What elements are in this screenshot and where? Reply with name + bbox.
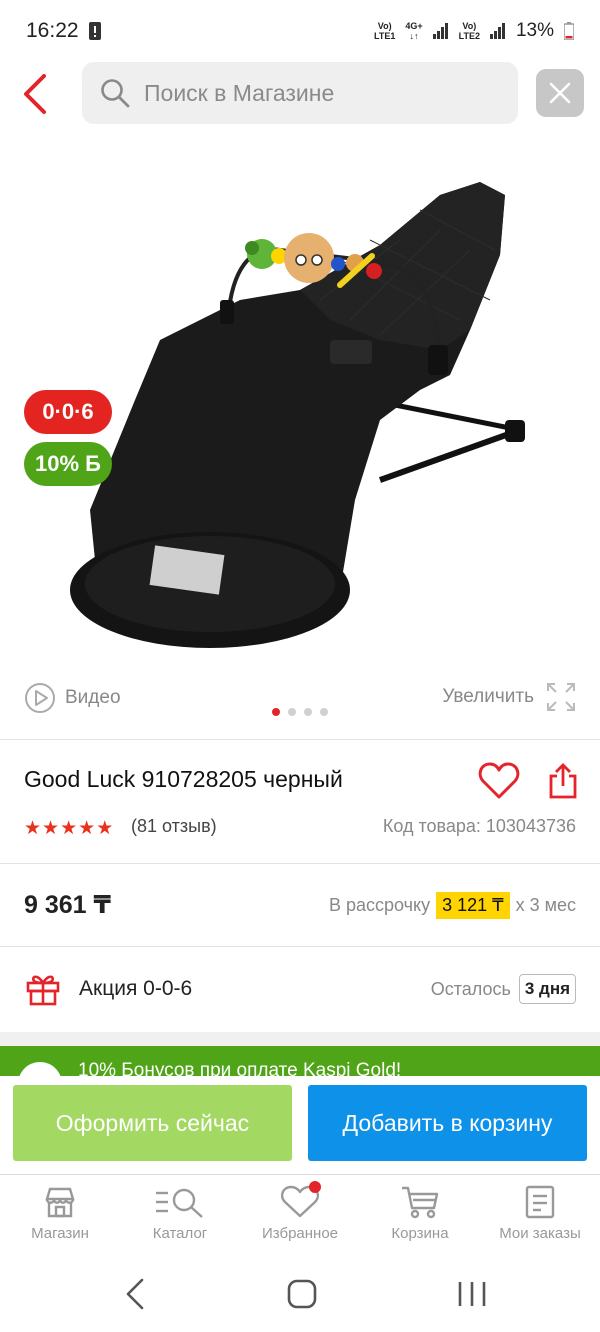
carousel-dot[interactable] bbox=[320, 708, 328, 716]
carousel-dots bbox=[0, 708, 600, 716]
status-bar: 16:22 Vo) LTE1 4G+ ↓↑ Vo) LTE2 13% bbox=[0, 0, 600, 62]
alert-icon bbox=[88, 22, 101, 40]
battery-icon bbox=[564, 22, 574, 40]
remaining-days: 3 дня bbox=[518, 974, 576, 1004]
store-icon bbox=[45, 1187, 75, 1218]
tab-cart[interactable]: Корзина bbox=[360, 1185, 480, 1242]
tab-label: Корзина bbox=[391, 1225, 449, 1242]
system-navigation-bar bbox=[0, 1258, 600, 1332]
signal-icon bbox=[432, 23, 449, 39]
nav-home-icon[interactable] bbox=[286, 1276, 318, 1312]
status-time: 16:22 bbox=[26, 19, 79, 42]
add-to-cart-button[interactable]: Добавить в корзину bbox=[308, 1085, 587, 1161]
battery-level: 13% bbox=[515, 20, 554, 41]
back-button[interactable] bbox=[20, 72, 60, 116]
notification-dot bbox=[309, 1181, 321, 1193]
promo-badge: 0·0·6 bbox=[24, 390, 112, 434]
star-icon: ★ bbox=[96, 818, 114, 839]
product-sku: Код товара: 103043736 bbox=[382, 816, 576, 836]
product-title: Good Luck 910728205 черный bbox=[24, 766, 343, 792]
price-block: 9 361 ₸ В рассрочку 3 121 ₸ x 3 мес bbox=[0, 864, 600, 946]
buy-now-button[interactable]: Оформить сейчас bbox=[13, 1085, 292, 1161]
tab-label: Избранное bbox=[261, 1225, 339, 1242]
volte1-icon: Vo) LTE1 bbox=[374, 21, 396, 41]
favorite-button[interactable] bbox=[478, 762, 520, 805]
installment-prefix: В рассрочку bbox=[328, 895, 431, 915]
network-4g-icon: 4G+ ↓↑ bbox=[405, 21, 423, 41]
promo-name: Акция 0-0-6 bbox=[79, 977, 193, 1000]
tab-label: Каталог bbox=[152, 1225, 208, 1242]
star-icon: ★ bbox=[78, 818, 96, 839]
tab-label: Магазин bbox=[31, 1225, 89, 1242]
carousel-dot-active[interactable] bbox=[272, 708, 280, 716]
tab-orders[interactable]: Мои заказы bbox=[480, 1185, 600, 1242]
carousel-dot[interactable] bbox=[288, 708, 296, 716]
nav-back-icon[interactable] bbox=[124, 1276, 148, 1312]
cart-icon bbox=[402, 1186, 439, 1219]
video-label: Видео bbox=[65, 687, 121, 708]
bonus-banner[interactable]: 10% Бонусов при оплате Kaspi Gold! bbox=[0, 1046, 600, 1076]
close-search-button[interactable] bbox=[536, 69, 584, 117]
nav-recents-icon[interactable] bbox=[456, 1276, 488, 1312]
chevron-left-icon bbox=[24, 74, 46, 114]
tab-catalog[interactable]: Каталог bbox=[120, 1185, 240, 1242]
volte2-icon: Vo) LTE2 bbox=[458, 21, 480, 41]
section-gap bbox=[0, 1032, 600, 1046]
zoom-label: Увеличить bbox=[442, 686, 534, 707]
product-price: 9 361 ₸ bbox=[24, 891, 111, 919]
carousel-dot[interactable] bbox=[304, 708, 312, 716]
banner-logo bbox=[18, 1062, 62, 1076]
reviews-link[interactable]: (81 отзыв) bbox=[131, 816, 217, 837]
star-icon: ★ bbox=[42, 818, 60, 839]
bottom-tab-bar: Магазин Каталог Избранное Корзина Мои за… bbox=[0, 1174, 600, 1258]
bonus-badge-percent: 10% bbox=[35, 451, 80, 476]
promo-remaining: Осталось 3 дня bbox=[431, 974, 576, 1004]
gift-icon bbox=[26, 975, 60, 1006]
heart-icon bbox=[478, 762, 520, 799]
catalog-search-icon bbox=[156, 1188, 203, 1218]
installment-suffix: x 3 мес bbox=[515, 895, 576, 915]
tab-favorites[interactable]: Избранное bbox=[240, 1181, 360, 1242]
star-icon: ★ bbox=[24, 818, 42, 839]
banner-text: 10% Бонусов при оплате Kaspi Gold! bbox=[78, 1060, 402, 1076]
close-icon bbox=[549, 82, 571, 104]
signal-icon-2 bbox=[489, 23, 506, 39]
bonus-badge-suffix: Б bbox=[85, 451, 101, 476]
bonus-badge: 10% Б bbox=[24, 442, 112, 486]
search-placeholder: Поиск в Магазине bbox=[144, 79, 335, 106]
search-icon bbox=[101, 79, 130, 108]
tab-store[interactable]: Магазин bbox=[0, 1185, 120, 1242]
installment-info[interactable]: В рассрочку 3 121 ₸ x 3 мес bbox=[329, 892, 576, 919]
share-button[interactable] bbox=[548, 762, 578, 805]
tab-label: Мои заказы bbox=[499, 1225, 581, 1242]
share-icon bbox=[549, 763, 577, 799]
orders-icon bbox=[525, 1185, 555, 1219]
action-bar: Оформить сейчас Добавить в корзину bbox=[0, 1076, 600, 1174]
search-header: Поиск в Магазине bbox=[0, 62, 600, 126]
promo-block[interactable]: Акция 0-0-6 Осталось 3 дня bbox=[0, 946, 600, 1032]
search-input[interactable]: Поиск в Магазине bbox=[82, 62, 518, 124]
remaining-label: Осталось bbox=[430, 978, 511, 999]
product-info: Good Luck 910728205 черный ★ ★ ★ ★ ★ (81 отз… bbox=[0, 740, 600, 864]
installment-amount: 3 121 ₸ bbox=[436, 892, 510, 919]
rating-stars: ★ ★ ★ ★ ★ bbox=[24, 817, 113, 840]
star-icon: ★ bbox=[60, 818, 78, 839]
